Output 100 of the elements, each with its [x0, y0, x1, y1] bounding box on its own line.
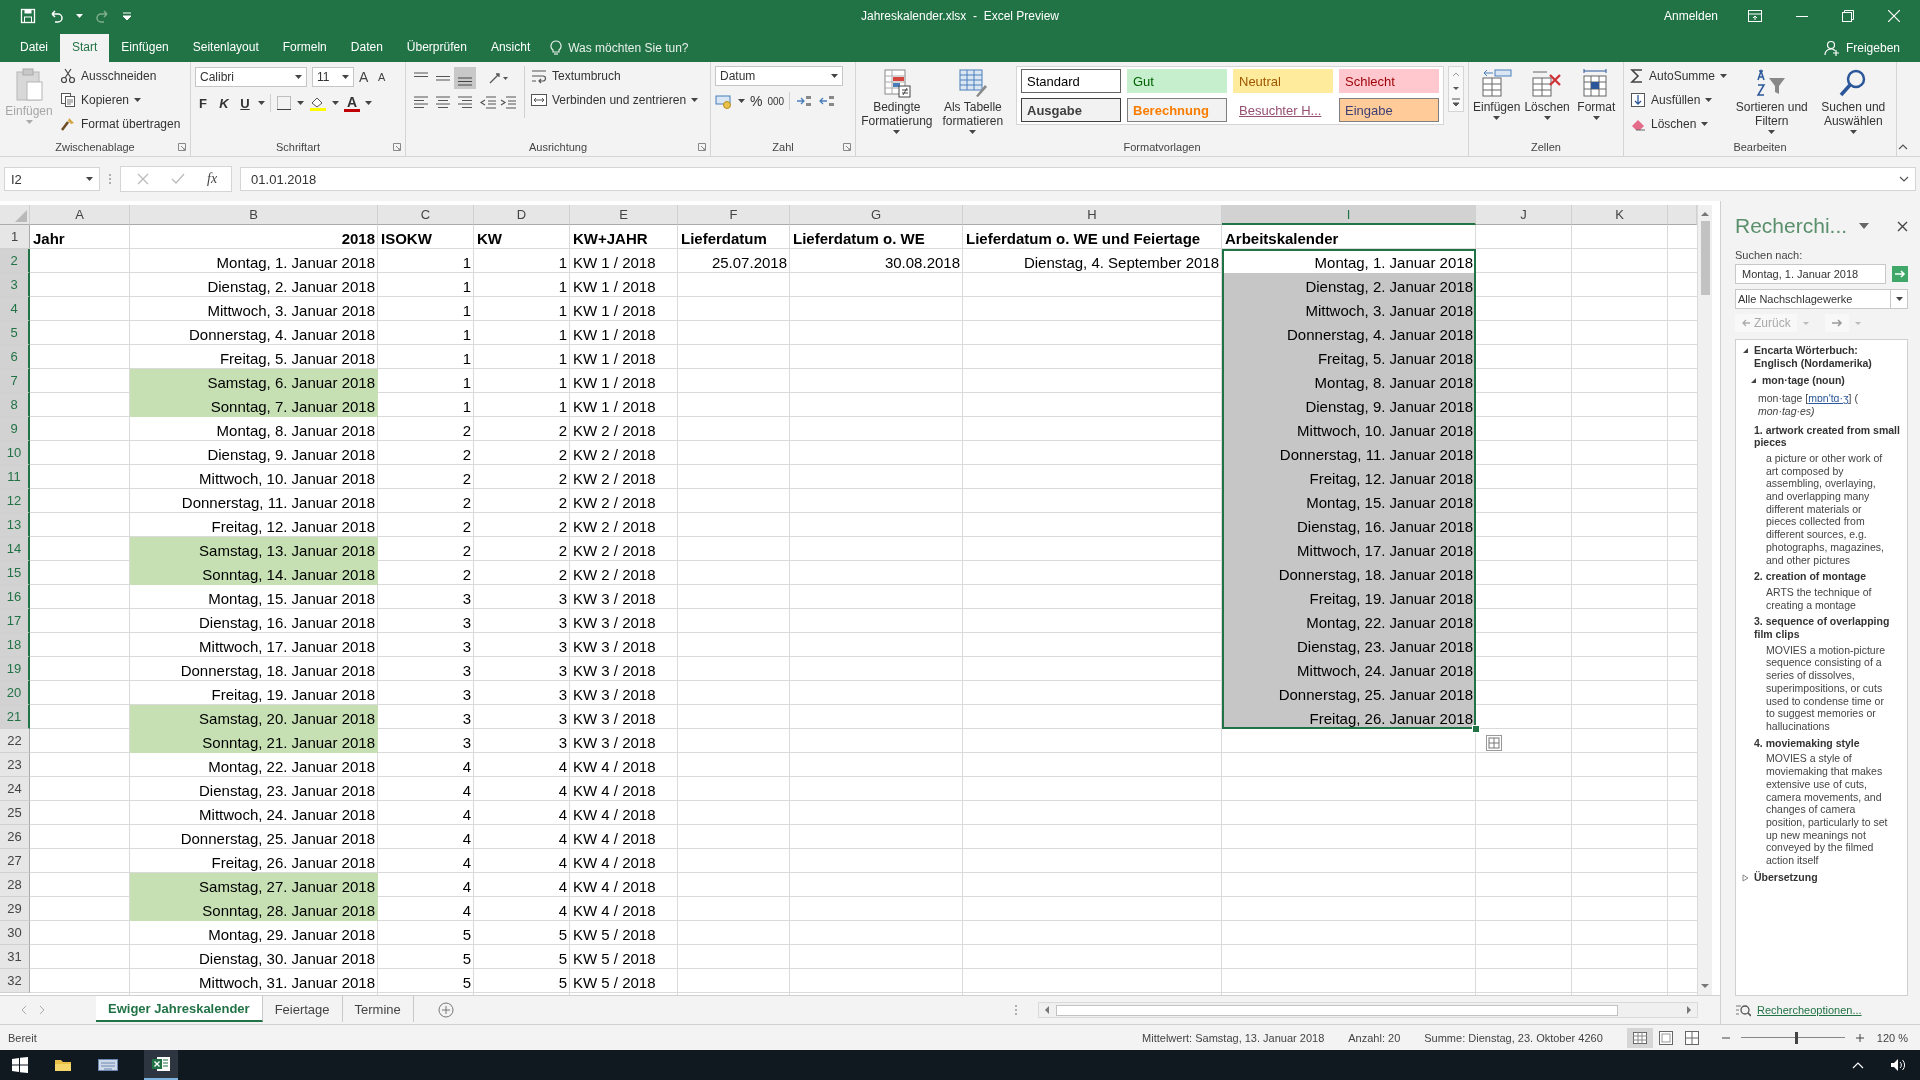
ribbon-button[interactable]: Löschen	[1524, 66, 1570, 120]
collapse-ribbon-icon[interactable]	[1898, 144, 1908, 150]
caret-icon[interactable]	[295, 75, 302, 79]
pane-options-icon[interactable]	[1859, 223, 1870, 229]
ribbon-button[interactable]: AutoSumme	[1628, 66, 1730, 86]
row-header[interactable]: 27	[0, 849, 30, 873]
chevron-up-icon[interactable]	[1852, 1061, 1864, 1069]
decrease-font-button[interactable]: A	[378, 71, 392, 83]
row-header[interactable]: 23	[0, 753, 30, 777]
quick-analysis-icon[interactable]	[1486, 735, 1502, 751]
undo-icon[interactable]	[48, 8, 64, 24]
row-header[interactable]: 32	[0, 969, 30, 993]
row-header[interactable]: 16	[0, 585, 30, 609]
caret-icon[interactable]	[691, 98, 699, 102]
percent-style-button[interactable]: %	[750, 93, 763, 109]
font-color-button[interactable]: A	[344, 94, 361, 112]
name-box[interactable]: I2	[4, 167, 100, 191]
sheet-tab[interactable]: Ewiger Jahreskalender	[96, 996, 263, 1022]
caret-icon[interactable]	[365, 101, 373, 105]
speaker-icon[interactable]	[1890, 1058, 1908, 1072]
vertical-scrollbar[interactable]	[1697, 205, 1712, 995]
italic-button[interactable]: K	[216, 95, 232, 111]
row-header[interactable]: 9	[0, 417, 30, 441]
section-heading[interactable]: Übersetzung	[1754, 870, 1818, 884]
cell-style[interactable]: Standard	[1021, 69, 1121, 93]
row-header[interactable]: 1	[0, 225, 30, 249]
dialog-launcher-icon[interactable]	[178, 143, 186, 151]
row-header[interactable]: 22	[0, 729, 30, 753]
row-header[interactable]: 11	[0, 465, 30, 489]
fill-color-icon[interactable]	[309, 95, 327, 111]
zoom-level[interactable]: 120 %	[1876, 1031, 1908, 1044]
ribbon-tab[interactable]: Start	[60, 34, 110, 62]
row-header[interactable]: 7	[0, 369, 30, 393]
row-header[interactable]: 25	[0, 801, 30, 825]
ribbon-button[interactable]: Suchen und Auswählen	[1814, 66, 1892, 134]
underline-button[interactable]: U	[237, 95, 253, 111]
section-heading[interactable]: Encarta Wörterbuch: Englisch (Nordamerika)	[1754, 344, 1903, 370]
decrease-decimal-icon[interactable]	[818, 93, 837, 109]
column-header[interactable]: C	[378, 205, 474, 225]
ribbon-tab[interactable]: Überprüfen	[394, 34, 479, 62]
row-header[interactable]: 15	[0, 561, 30, 585]
column-header[interactable]: B	[130, 205, 378, 225]
collapsed-icon[interactable]	[1742, 873, 1749, 882]
row-header[interactable]: 24	[0, 777, 30, 801]
share-button[interactable]: Freigeben	[1823, 34, 1920, 62]
caret-icon[interactable]	[969, 130, 977, 134]
caret-icon[interactable]	[738, 99, 745, 103]
ribbon-tab[interactable]: Datei	[8, 34, 60, 62]
column-header[interactable]: D	[474, 205, 570, 225]
ribbon-button[interactable]: Sortieren und Filtern	[1733, 66, 1811, 134]
column-header[interactable]: E	[570, 205, 678, 225]
caret-icon[interactable]	[1849, 130, 1857, 134]
insert-function-button[interactable]: fx	[207, 171, 218, 187]
caret-icon[interactable]	[332, 101, 339, 105]
row-header[interactable]: 12	[0, 489, 30, 513]
bold-button[interactable]: F	[195, 95, 211, 111]
dialog-launcher-icon[interactable]	[698, 143, 706, 151]
restore-icon[interactable]	[1842, 10, 1854, 22]
cell-style[interactable]: Gut	[1127, 69, 1227, 93]
zoom-in-icon[interactable]	[1854, 1032, 1865, 1043]
font-size-field[interactable]: 11	[312, 67, 354, 87]
scroll-right-icon[interactable]	[1684, 1004, 1694, 1016]
caret-icon[interactable]	[258, 101, 265, 105]
cell-style[interactable]: Eingabe	[1339, 98, 1439, 122]
go-icon[interactable]	[1892, 266, 1908, 282]
caret-icon[interactable]	[1705, 98, 1713, 102]
cell-style[interactable]: Schlecht	[1339, 69, 1439, 93]
expand-icon[interactable]	[1899, 176, 1909, 182]
spreadsheet-app-icon[interactable]	[152, 1056, 170, 1072]
ribbon-button[interactable]: Ausfüllen	[1628, 90, 1730, 110]
row-header[interactable]: 29	[0, 897, 30, 921]
ribbon-button[interactable]: Format übertragen	[58, 114, 183, 134]
row-header[interactable]: 28	[0, 873, 30, 897]
ribbon-button[interactable]: Kopieren	[58, 90, 183, 110]
caret-icon[interactable]	[76, 14, 83, 18]
caret-icon[interactable]	[1493, 116, 1501, 120]
ribbon-button[interactable]: Einfügen	[1473, 66, 1521, 120]
align-left-icon[interactable]	[413, 94, 429, 110]
row-header[interactable]: 14	[0, 537, 30, 561]
caret-icon[interactable]	[1543, 116, 1551, 120]
row-header[interactable]: 21	[0, 705, 30, 729]
ribbon-display-icon[interactable]	[1748, 10, 1762, 22]
ribbon-button[interactable]: Bedingte Formatierung	[860, 66, 934, 134]
ribbon-button[interactable]: Ausschneiden	[58, 66, 183, 86]
customize-icon[interactable]	[123, 12, 131, 20]
row-header[interactable]: 10	[0, 441, 30, 465]
row-header[interactable]: 5	[0, 321, 30, 345]
ribbon-tab[interactable]: Ansicht	[478, 34, 543, 62]
pronunciation-link[interactable]: mɒn'tɑ·ʒ	[1808, 392, 1849, 405]
column-header[interactable]: I	[1222, 205, 1476, 225]
ribbon-button[interactable]: Verbinden und zentrieren	[529, 90, 701, 110]
ribbon-tab[interactable]: Formeln	[270, 34, 339, 62]
formula-field[interactable]: 01.01.2018	[240, 167, 1916, 191]
column-header[interactable]: K	[1572, 205, 1668, 225]
caret-icon[interactable]	[134, 98, 142, 102]
sheet-tab[interactable]: Feiertage	[262, 996, 343, 1022]
caret-icon[interactable]	[297, 101, 304, 105]
tell-me-search[interactable]: Was möchten Sie tun?	[550, 34, 689, 62]
row-header[interactable]: 8	[0, 393, 30, 417]
row-header[interactable]: 26	[0, 825, 30, 849]
